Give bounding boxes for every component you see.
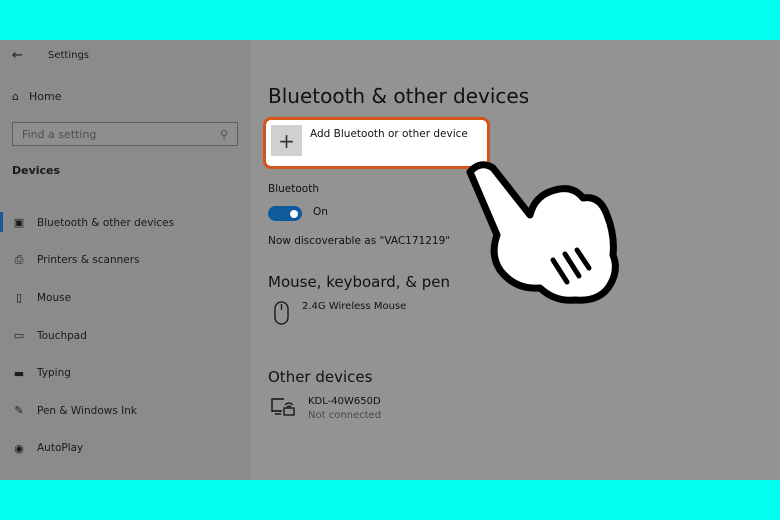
sidebar-item-label: Mouse	[37, 291, 72, 304]
other-section-heading: Other devices	[268, 368, 373, 386]
touchpad-icon: ▭	[13, 329, 25, 343]
sidebar-item-label: Touchpad	[37, 329, 87, 342]
title-bar: ← Settings	[12, 48, 89, 63]
home-link[interactable]: ⌂ Home	[12, 90, 61, 103]
usb-icon: ⊓	[12, 479, 26, 480]
discoverable-text: Now discoverable as "VAC171219"	[268, 235, 451, 247]
mouse-icon	[274, 301, 289, 325]
sidebar-item-pen-windows-ink[interactable]: ✎ Pen & Windows Ink	[0, 392, 251, 430]
sidebar-item-bluetooth-other-devices[interactable]: ▣ Bluetooth & other devices	[0, 204, 251, 242]
sidebar-item-printers-scanners[interactable]: ⎙ Printers & scanners	[0, 242, 251, 280]
mouse-section-heading: Mouse, keyboard, & pen	[268, 273, 451, 291]
mouse-device-name: 2.4G Wireless Mouse	[302, 301, 407, 312]
search-placeholder: Find a setting	[22, 128, 97, 141]
printer-icon: ⎙	[14, 253, 24, 267]
display-wireless-icon	[271, 398, 295, 416]
search-input[interactable]: Find a setting ⚲	[12, 122, 238, 146]
home-icon: ⌂	[12, 90, 19, 103]
sidebar-item-label: AutoPlay	[37, 442, 84, 455]
sidebar-item-label: Bluetooth & other devices	[37, 216, 175, 229]
pointing-hand-icon	[466, 161, 619, 304]
sidebar-item-touchpad[interactable]: ▭ Touchpad	[0, 317, 251, 355]
other-device-name: KDL-40W650D	[308, 396, 381, 407]
sidebar: ← Settings ⌂ Home Find a setting ⚲ Devic…	[0, 40, 251, 480]
mouse-icon: ▯	[15, 291, 23, 305]
section-heading: Devices	[12, 164, 61, 177]
bluetooth-label: Bluetooth	[268, 183, 319, 195]
settings-window: ← Settings ⌂ Home Find a setting ⚲ Devic…	[0, 40, 780, 480]
pen-icon: ✎	[14, 404, 24, 418]
add-device-label: Add Bluetooth or other device	[310, 128, 468, 140]
sidebar-nav: ▣ Bluetooth & other devices ⎙ Printers & sc…	[0, 204, 251, 480]
sidebar-item-label: Typing	[37, 367, 71, 380]
home-label: Home	[28, 90, 62, 103]
window-title: Settings	[48, 50, 90, 61]
sidebar-item-mouse[interactable]: ▯ Mouse	[0, 279, 251, 317]
search-icon: ⚲	[219, 128, 228, 141]
bluetooth-toggle[interactable]	[268, 206, 302, 221]
bluetooth-devices-icon: ▣	[13, 216, 25, 230]
sidebar-item-usb[interactable]: ⊓USB	[0, 467, 251, 480]
autoplay-icon: ◉	[14, 441, 24, 455]
page-title: Bluetooth & other devices	[268, 84, 530, 108]
other-device-status: Not connected	[308, 410, 382, 421]
mouse-device[interactable]: 2.4G Wireless Mouse	[274, 301, 406, 327]
keyboard-icon: ▬	[13, 366, 25, 380]
sidebar-item-typing[interactable]: ▬ Typing	[0, 354, 251, 392]
sidebar-item-autoplay[interactable]: ◉ AutoPlay	[0, 430, 251, 468]
plus-icon: +	[271, 125, 302, 156]
sidebar-item-label: Pen & Windows Ink	[37, 404, 137, 417]
other-device[interactable]: KDL-40W650D Not connected	[270, 396, 381, 421]
sidebar-item-label: Printers & scanners	[37, 254, 140, 267]
back-arrow-icon[interactable]: ←	[12, 48, 48, 63]
toggle-state: On	[313, 206, 328, 218]
